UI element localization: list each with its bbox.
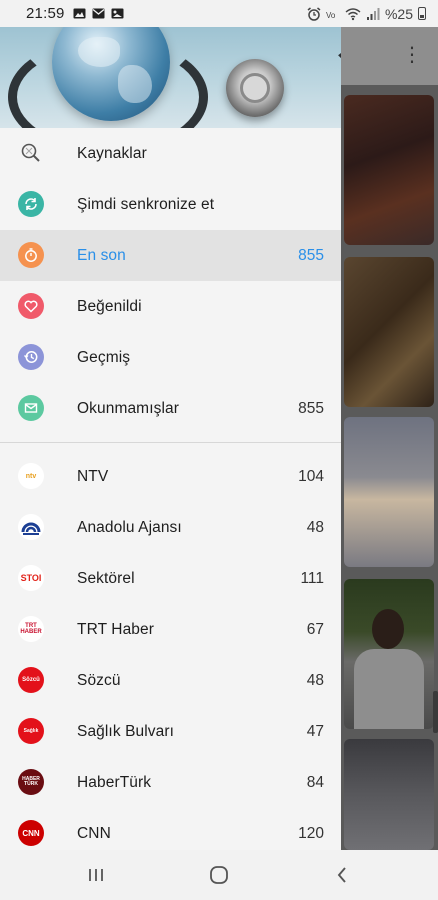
status-time: 21:59: [26, 5, 65, 22]
source-label: CNN: [77, 824, 111, 842]
more-options-icon[interactable]: ⋮: [402, 45, 422, 65]
source-item-sektorel[interactable]: STOI Sektörel 111: [0, 553, 341, 604]
menu-item-liked[interactable]: Beğenildi: [0, 281, 341, 332]
source-label: Sağlık Bulvarı: [77, 722, 175, 740]
volte-icon: Vo: [326, 11, 336, 20]
source-count: 67: [306, 620, 324, 638]
source-item-sozcu[interactable]: Sözcü Sözcü 48: [0, 655, 341, 706]
scrollbar-thumb[interactable]: [433, 691, 438, 733]
menu-item-label: Kaynaklar: [77, 144, 147, 162]
gallery-icon: [111, 8, 124, 19]
drawer-menu: Kaynaklar Şimdi senkronize et En son 855…: [0, 128, 341, 850]
heart-icon: [18, 293, 44, 319]
system-navigation-bar: [0, 850, 438, 900]
menu-item-label: Okunmamışlar: [77, 399, 179, 417]
recent-apps-icon[interactable]: [84, 864, 108, 886]
menu-item-history[interactable]: Geçmiş: [0, 332, 341, 383]
menu-item-sync[interactable]: Şimdi senkronize et: [0, 179, 341, 230]
background-feed[interactable]: ⋮: [340, 27, 438, 850]
background-app-bar: ⋮: [340, 27, 438, 85]
source-count: 84: [306, 773, 324, 791]
search-sources-icon: [18, 140, 44, 166]
sozcu-logo-icon: Sözcü: [18, 667, 44, 693]
source-item-haberturk[interactable]: HABER TÜRK HaberTürk 84: [0, 757, 341, 808]
news-card-image[interactable]: [344, 579, 434, 729]
news-card-image[interactable]: [344, 417, 434, 567]
menu-divider: [0, 442, 341, 443]
menu-item-sources[interactable]: Kaynaklar: [0, 128, 341, 179]
saglik-bulvari-logo-icon: Sağlık: [18, 718, 44, 744]
source-label: TRT Haber: [77, 620, 154, 638]
drawer-header-image: [0, 27, 341, 128]
source-count: 48: [306, 518, 324, 536]
timer-icon: [18, 242, 44, 268]
history-icon: [18, 344, 44, 370]
news-card-image[interactable]: [344, 95, 434, 245]
source-item-cnn[interactable]: CNN CNN 120: [0, 808, 341, 850]
news-card-image[interactable]: [344, 739, 434, 850]
menu-item-label: Şimdi senkronize et: [77, 195, 215, 213]
envelope-icon: [18, 395, 44, 421]
battery-icon: [418, 7, 426, 20]
cnn-logo-icon: CNN: [18, 820, 44, 846]
battery-percent: %25: [384, 5, 413, 22]
wifi-icon: [345, 7, 361, 20]
source-count: 104: [298, 467, 324, 485]
source-label: HaberTürk: [77, 773, 152, 791]
source-label: NTV: [77, 467, 109, 485]
back-icon[interactable]: [330, 864, 354, 886]
navigation-drawer: Kaynaklar Şimdi senkronize et En son 855…: [0, 27, 341, 850]
home-icon[interactable]: [207, 864, 231, 886]
sektorel-logo-icon: STOI: [18, 565, 44, 591]
mail-icon: [92, 8, 105, 19]
menu-item-count: 855: [298, 246, 324, 264]
source-label: Anadolu Ajansı: [77, 518, 182, 536]
menu-item-latest[interactable]: En son 855: [0, 230, 341, 281]
aa-logo-icon: AA: [18, 514, 44, 540]
source-item-anadolu-ajansi[interactable]: AA Anadolu Ajansı 48: [0, 502, 341, 553]
sync-icon: [18, 191, 44, 217]
status-bar: 21:59 Vo %25: [0, 0, 438, 27]
alarm-icon: [307, 6, 321, 21]
source-item-saglik-bulvari[interactable]: Sağlık Sağlık Bulvarı 47: [0, 706, 341, 757]
source-count: 120: [298, 824, 324, 842]
source-item-ntv[interactable]: ntv NTV 104: [0, 451, 341, 502]
menu-item-label: En son: [77, 246, 126, 264]
source-count: 48: [306, 671, 324, 689]
svg-text:Vo: Vo: [326, 11, 336, 20]
source-count: 47: [306, 722, 324, 740]
trt-haber-logo-icon: TRT HABER: [18, 616, 44, 642]
haberturk-logo-icon: HABER TÜRK: [18, 769, 44, 795]
source-label: Sektörel: [77, 569, 135, 587]
source-item-trt-haber[interactable]: TRT HABER TRT Haber 67: [0, 604, 341, 655]
ntv-logo-icon: ntv: [18, 463, 44, 489]
image-icon: [73, 8, 86, 19]
source-label: Sözcü: [77, 671, 121, 689]
signal-icon: [366, 7, 380, 20]
news-card-image[interactable]: [344, 257, 434, 407]
menu-item-label: Geçmiş: [77, 348, 131, 366]
menu-item-unread[interactable]: Okunmamışlar 855: [0, 383, 341, 434]
menu-item-label: Beğenildi: [77, 297, 142, 315]
menu-item-count: 855: [298, 399, 324, 417]
source-count: 111: [300, 569, 324, 587]
